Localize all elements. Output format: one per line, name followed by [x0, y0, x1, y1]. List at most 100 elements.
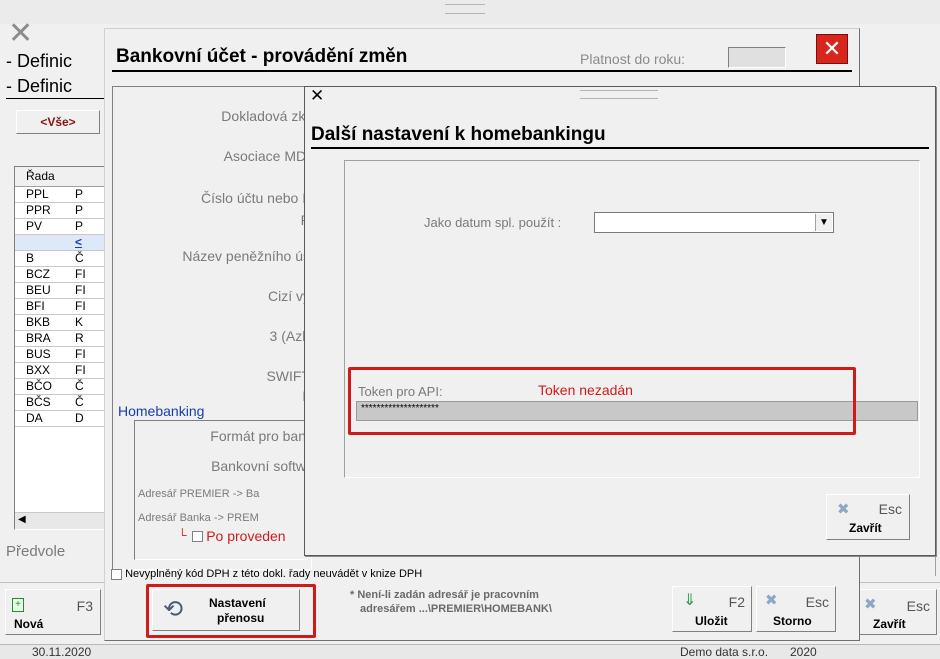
bank-field-label: Cizí vý [268, 288, 310, 304]
table-row[interactable]: BKB K [15, 315, 107, 331]
directory-note-2: adresářem ...\PREMIER\HOMEBANK\ [360, 603, 552, 615]
bank-title-underline [112, 70, 852, 72]
bg-close-icon[interactable]: ✕ [8, 19, 33, 49]
hb-close-button[interactable]: ✖ Esc Zavřít [826, 494, 910, 540]
row-series-name: < [75, 235, 83, 249]
bg-close-button[interactable]: ✖ Esc Zavřít [857, 589, 937, 635]
tree-connector: └ [178, 528, 187, 543]
homebanking-field-label: Bankovní softw [211, 458, 306, 474]
row-series-code: BFI [26, 299, 45, 313]
top-grip [445, 4, 485, 14]
row-series-name: R [75, 331, 84, 345]
bank-field-label: SWIFT [266, 368, 310, 384]
bank-field-label: Číslo účtu nebo II [201, 190, 310, 206]
highlight-token [348, 367, 856, 435]
table-row[interactable]: < [15, 235, 107, 251]
def-underline [6, 98, 106, 99]
bg-close-label: Zavřít [873, 617, 906, 631]
scroll-left-icon[interactable]: ◀ [18, 514, 26, 525]
dropdown-arrow-icon[interactable]: ▼ [815, 214, 832, 231]
vat-checkbox[interactable] [111, 568, 122, 580]
after-transfer-checkbox[interactable] [191, 530, 203, 542]
row-series-code: B [26, 251, 35, 265]
highlight-transfer-button [146, 584, 316, 638]
table-row[interactable]: BEU FI [15, 283, 107, 299]
bank-field-label: II [114, 388, 310, 404]
bank-field-label: Název peněžního ús [182, 248, 310, 264]
table-row[interactable]: BČO Č [15, 379, 107, 395]
bank-field-label: 3 (Azb [269, 328, 310, 344]
bank-dialog-title: Bankovní účet - provádění změn [116, 46, 408, 67]
table-row[interactable]: BFI FI [15, 299, 107, 315]
table-row[interactable]: PV P [15, 219, 107, 235]
row-series-code: BKB [26, 315, 51, 329]
table-row[interactable]: PPL P [15, 187, 107, 203]
row-series-name: FI [75, 363, 86, 377]
series-grid[interactable]: Řada PPL P PPR P PV P < B Č BCZ FI BEU FI BFI FI BKB K BR… [14, 166, 108, 530]
row-series-code: PPL [26, 187, 49, 201]
table-row[interactable]: DA D [15, 411, 107, 427]
row-series-name: K [75, 315, 84, 329]
table-row[interactable]: BXX FI [15, 363, 107, 379]
new-doc-icon: + [12, 598, 24, 612]
row-series-code: DA [26, 411, 43, 425]
row-series-name: P [75, 187, 84, 201]
vat-checkbox-row[interactable]: Nevyplněný kód DPH z této dokl. řady neu… [111, 568, 422, 580]
status-date: 30.11.2020 [32, 645, 92, 659]
grid-h-scrollbar[interactable]: ◀ [15, 512, 108, 529]
table-row[interactable]: BRA R [15, 331, 107, 347]
row-series-name: FI [75, 283, 86, 297]
row-series-name: FI [75, 267, 86, 281]
predvole-label: Předvole [6, 543, 66, 560]
after-transfer-checkbox-row[interactable]: └ Po proveden [178, 528, 286, 544]
row-series-code: BXX [26, 363, 51, 377]
row-series-code: BRA [26, 331, 51, 345]
row-series-name: P [75, 219, 84, 233]
homebanking-field-label: Formát pro ban [210, 428, 306, 444]
def-title-2: - Definic [6, 76, 73, 96]
row-series-code: BČS [26, 395, 51, 409]
hb-close-label: Zavřít [849, 521, 882, 535]
row-series-name: FI [75, 347, 86, 361]
homebanking-label: Homebanking [118, 403, 205, 419]
bg-close-x-icon: ✖ [864, 596, 877, 613]
table-row[interactable]: BUS FI [15, 347, 107, 363]
bank-field-label: Asociace MD, [223, 148, 310, 164]
bank-dialog-close-button[interactable]: ✕ [816, 34, 848, 64]
hb-dialog-title: Další nastavení k homebankingu [311, 124, 606, 145]
date-label: Jako datum spl. použít : [424, 215, 562, 230]
table-row[interactable]: BČS Č [15, 395, 107, 411]
save-key: F2 [728, 594, 745, 610]
new-button[interactable]: + F3 Nová [5, 589, 101, 635]
date-select[interactable]: ▼ [594, 212, 834, 233]
grid-col-series: Řada [26, 169, 55, 183]
hb-close-key: Esc [878, 501, 902, 517]
save-download-icon: ⇓ [683, 592, 697, 609]
new-button-label: Nová [14, 617, 44, 631]
hb-title-underline [311, 147, 929, 149]
vat-checkbox-label: Nevyplněný kód DPH z této dokl. řady neu… [125, 568, 423, 581]
cancel-button[interactable]: ✖ Esc Storno [756, 586, 836, 632]
row-series-name: FI [75, 299, 86, 313]
status-company: Demo data s.r.o. [680, 645, 769, 659]
cancel-x-icon: ✖ [765, 592, 778, 609]
validity-input[interactable] [728, 47, 786, 68]
status-bar: 30.11.2020 Demo data s.r.o. 2020 [0, 644, 940, 659]
def-title-1: - Definic [6, 51, 73, 71]
row-series-name: Č [75, 251, 84, 265]
status-year: 2020 [790, 645, 817, 659]
row-series-code: BČO [26, 379, 53, 393]
table-row[interactable]: PPR P [15, 203, 107, 219]
hb-close-icon[interactable]: ✕ [310, 86, 324, 106]
table-row[interactable]: BCZ FI [15, 267, 107, 283]
homebanking-field-label: Adresář Banka -> PREM [138, 512, 259, 524]
after-transfer-label: Po proveden [206, 528, 286, 544]
grid-header: Řada [15, 167, 107, 187]
filter-tab-all[interactable]: <Vše> [16, 110, 100, 134]
bank-field-label: P [114, 212, 310, 228]
directory-note-1: * Není-li zadán adresář je pracovním [350, 589, 539, 601]
cancel-label: Storno [773, 614, 812, 628]
grid-rows: PPL P PPR P PV P < B Č BCZ FI BEU FI BFI FI BKB K BRA R BUS… [15, 187, 107, 427]
save-button[interactable]: ⇓ F2 Uložit [672, 586, 752, 632]
table-row[interactable]: BČ [15, 251, 107, 267]
